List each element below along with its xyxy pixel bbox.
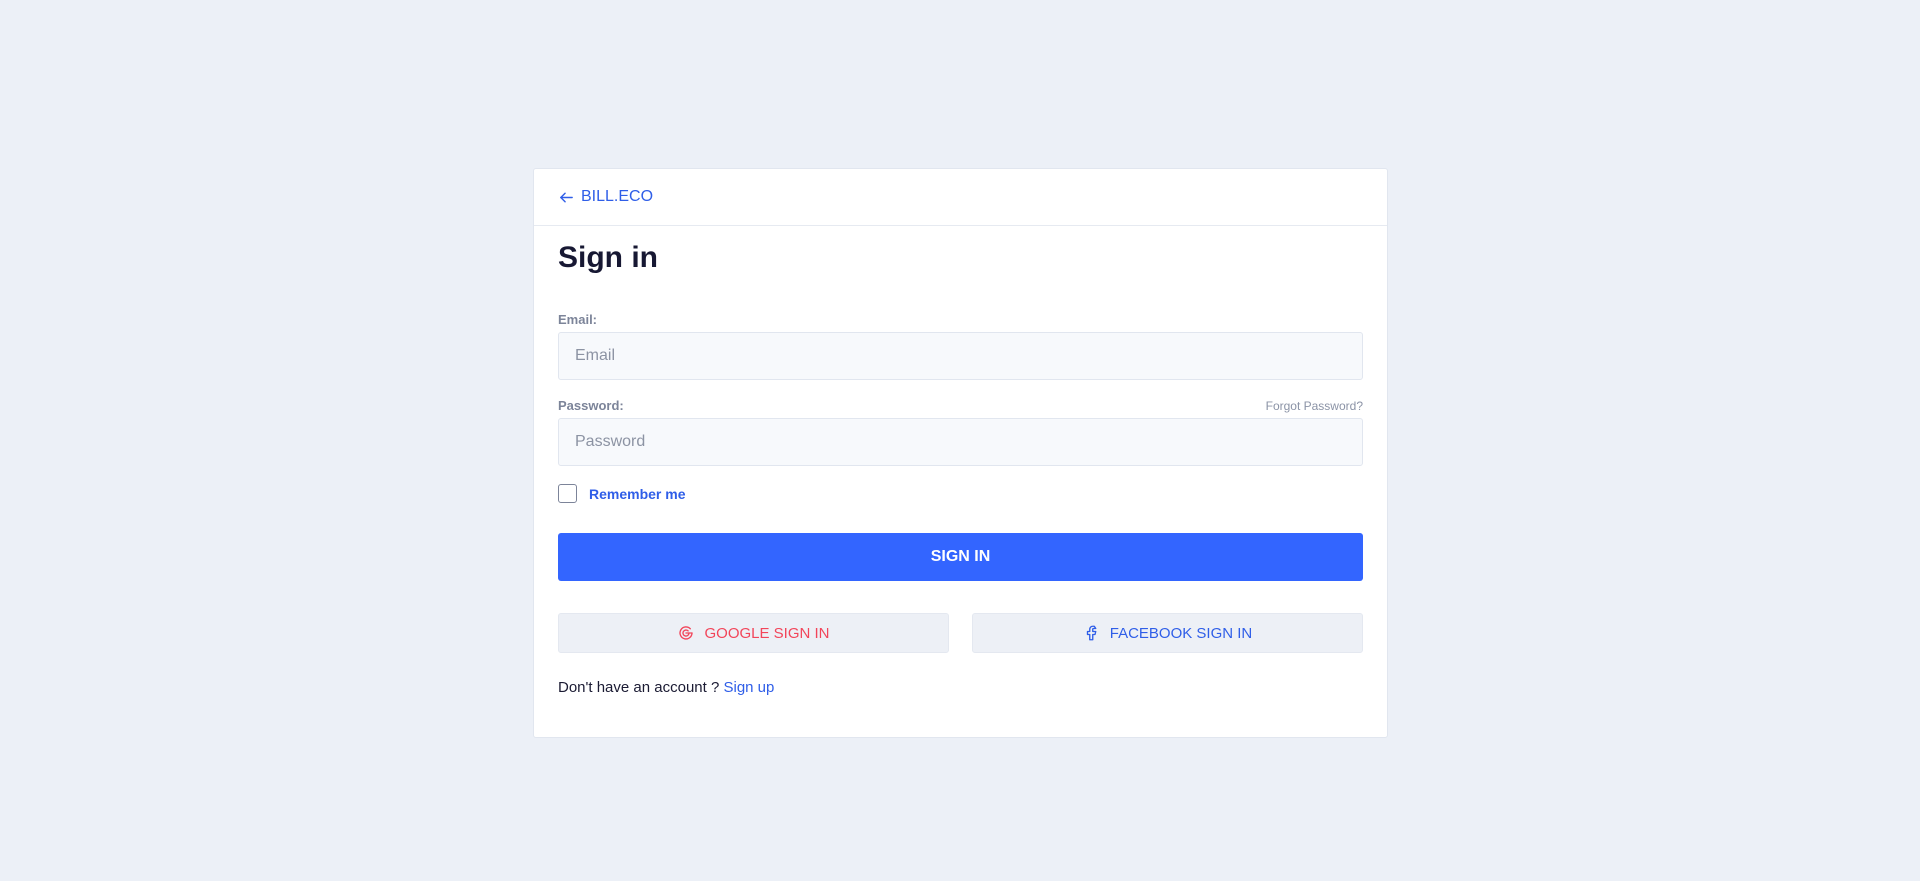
email-input[interactable]: [558, 332, 1363, 380]
page-title: Sign in: [558, 241, 658, 274]
arrow-left-icon: [560, 192, 573, 202]
facebook-sign-in-button[interactable]: FACEBOOK SIGN IN: [972, 613, 1363, 653]
password-field-group: Password: Forgot Password?: [558, 398, 1363, 466]
email-field-group: Email:: [558, 312, 1363, 380]
forgot-password-link[interactable]: Forgot Password?: [1266, 399, 1363, 413]
card-body: Sign in Email: Password: Forgot Password…: [534, 226, 1387, 696]
password-label-row: Password: Forgot Password?: [558, 398, 1363, 413]
card-header: BILL.ECO: [534, 169, 1387, 226]
signin-card: BILL.ECO Sign in Email: Password: Forgot…: [533, 168, 1388, 738]
google-sign-in-label: GOOGLE SIGN IN: [704, 624, 830, 642]
remember-me-label[interactable]: Remember me: [589, 486, 686, 502]
google-icon: [679, 626, 694, 640]
social-signin-row: GOOGLE SIGN IN FACEBOOK SIGN IN: [558, 613, 1363, 653]
sign-in-button[interactable]: SIGN IN: [558, 533, 1363, 581]
signup-prompt-text: Don't have an account ?: [558, 679, 720, 696]
remember-me-row: Remember me: [558, 484, 1363, 503]
password-input[interactable]: [558, 418, 1363, 466]
facebook-sign-in-label: FACEBOOK SIGN IN: [1109, 624, 1253, 642]
sign-up-link[interactable]: Sign up: [723, 679, 774, 696]
google-sign-in-button[interactable]: GOOGLE SIGN IN: [558, 613, 949, 653]
back-link[interactable]: BILL.ECO: [558, 188, 653, 206]
remember-me-checkbox[interactable]: [558, 484, 577, 503]
signup-prompt: Don't have an account ? Sign up: [558, 679, 1363, 696]
facebook-icon: [1086, 625, 1097, 641]
email-label-row: Email:: [558, 312, 1363, 327]
email-label: Email:: [558, 312, 598, 327]
back-link-label: BILL.ECO: [581, 188, 654, 205]
password-label: Password:: [558, 398, 624, 413]
